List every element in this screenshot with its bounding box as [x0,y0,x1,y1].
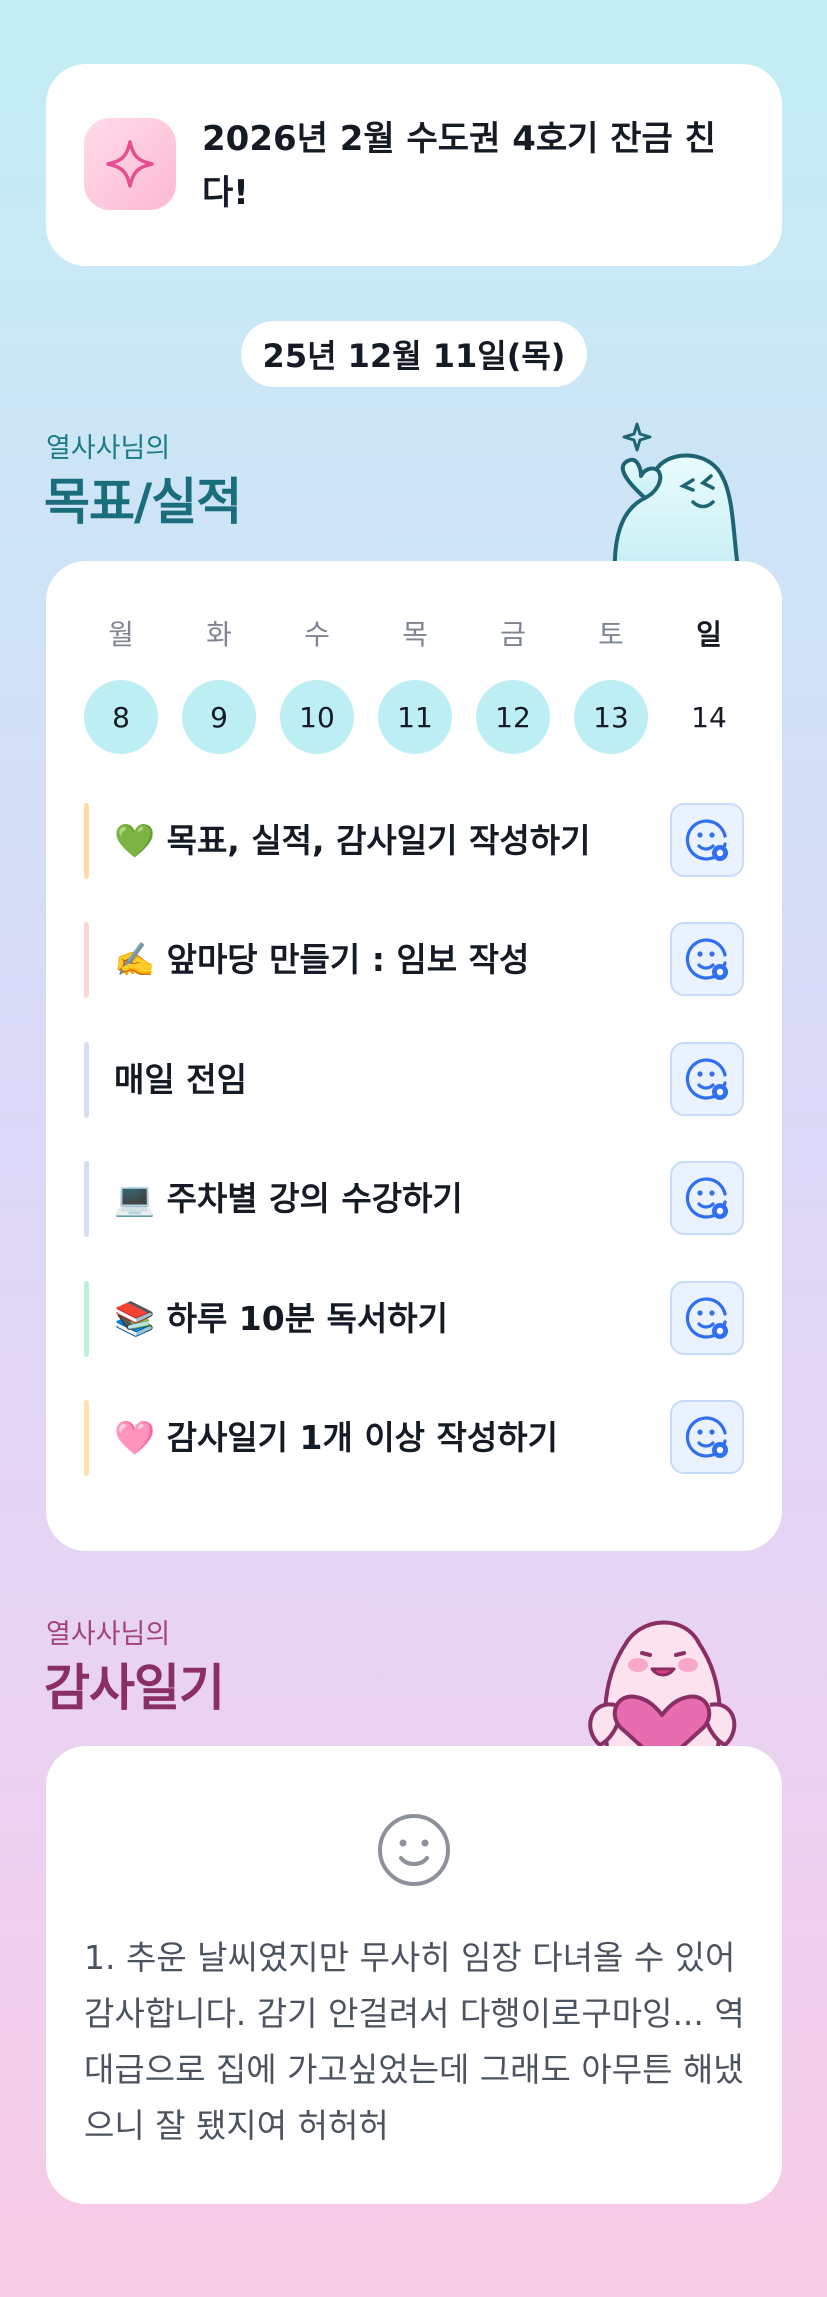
goal-text: 2026년 2월 수도권 4호기 잔금 친다! [202,119,716,213]
day-12-button[interactable]: 12 [476,680,550,754]
weekday-label-fri: 금 [500,618,526,651]
task-item[interactable]: 📚 하루 10분 독서하기 [84,1281,744,1357]
day-14-button[interactable]: 14 [672,680,746,754]
task-check-button[interactable] [670,803,744,877]
task-color-bar [84,1281,89,1357]
task-label: 💚 목표, 실적, 감사일기 작성하기 [114,821,591,860]
goal-banner-card[interactable]: 2026년 2월 수도권 4호기 잔금 친다! [46,64,782,266]
day-8-button[interactable]: 8 [84,680,158,754]
task-item[interactable]: ✍️ 앞마당 만들기 : 임보 작성 [84,922,744,998]
goals-section-subtitle: 열사사님의 [46,433,171,464]
task-color-bar [84,922,89,998]
smile-add-icon [685,1297,728,1339]
task-label: 📚 하루 10분 독서하기 [114,1299,448,1338]
task-item[interactable]: 💚 목표, 실적, 감사일기 작성하기 [84,803,744,879]
task-label: 🩷 감사일기 1개 이상 작성하기 [114,1418,558,1457]
diary-section-title: 감사일기 [44,1659,225,1717]
goals-section-title: 목표/실적 [44,473,242,531]
weekday-label-sun: 일 [696,618,722,651]
day-13-button[interactable]: 13 [574,680,648,754]
task-check-button[interactable] [670,922,744,996]
smile-add-icon [685,1177,728,1219]
task-color-bar [84,1400,89,1476]
task-item[interactable]: 💻 주차별 강의 수강하기 [84,1161,744,1237]
task-item[interactable]: 매일 전임 [84,1042,744,1118]
task-check-button[interactable] [670,1281,744,1355]
smile-add-icon [685,1416,728,1458]
diary-section-subtitle: 열사사님의 [46,1619,171,1650]
day-9-button[interactable]: 9 [182,680,256,754]
smile-face-icon [376,1812,452,1888]
weekly-goals-card: 월 화 수 목 금 토 일 8 9 10 11 12 13 14 💚 목표, 실… [46,561,782,1551]
task-item[interactable]: 🩷 감사일기 1개 이상 작성하기 [84,1400,744,1476]
task-check-button[interactable] [670,1400,744,1474]
day-10-button[interactable]: 10 [280,680,354,754]
task-check-button[interactable] [670,1161,744,1235]
weekday-label-sat: 토 [598,618,624,651]
diary-entry-text: 1. 추운 날씨였지만 무사히 임장 다녀올 수 있어 감사합니다. 감기 안걸… [84,1938,745,2145]
task-color-bar [84,803,89,879]
weekday-label-wed: 수 [304,618,330,651]
sparkle-icon [84,118,176,210]
smile-add-icon [685,938,728,980]
task-color-bar [84,1161,89,1237]
day-11-button[interactable]: 11 [378,680,452,754]
task-label: 💻 주차별 강의 수강하기 [114,1179,463,1218]
mascot-heart-illustration [570,1605,750,1747]
task-color-bar [84,1042,89,1118]
weekday-label-thu: 목 [402,618,428,651]
gratitude-diary-card[interactable]: 1. 추운 날씨였지만 무사히 임장 다녀올 수 있어 감사합니다. 감기 안걸… [46,1746,782,2204]
smile-add-icon [685,1058,728,1100]
smile-add-icon [685,819,728,861]
date-pill[interactable]: 25년 12월 11일(목) [241,321,587,387]
mascot-thumbs-up-illustration [575,420,745,561]
task-label: 매일 전임 [114,1060,247,1099]
weekday-label-mon: 월 [108,618,134,651]
task-check-button[interactable] [670,1042,744,1116]
weekday-label-tue: 화 [206,618,232,651]
task-label: ✍️ 앞마당 만들기 : 임보 작성 [114,940,530,979]
